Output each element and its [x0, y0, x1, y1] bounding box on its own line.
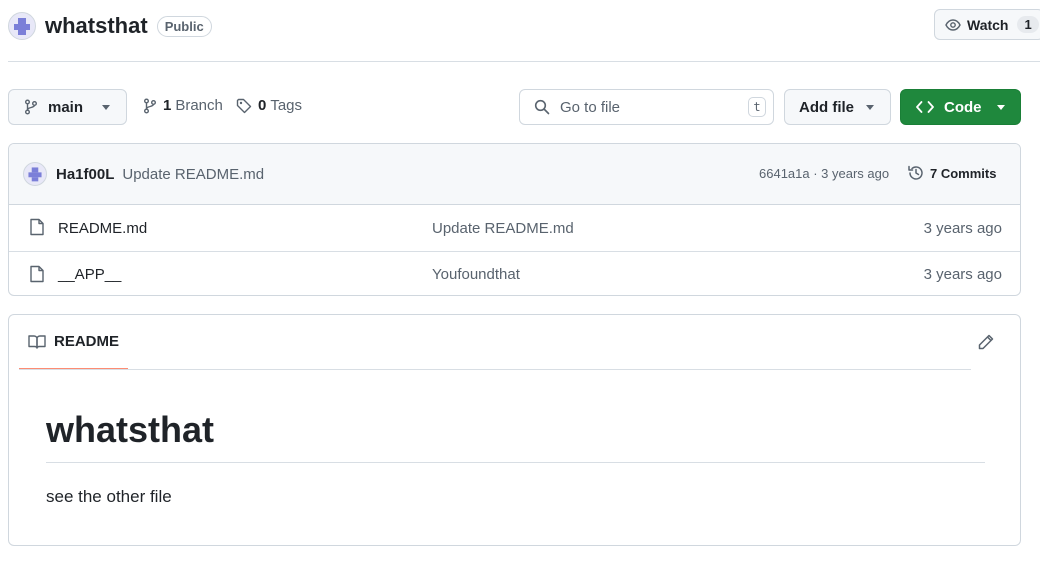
tags-count: 0 — [258, 97, 267, 114]
file-browser: Ha1f00L Update README.md 6641a1a · 3 yea… — [8, 143, 1021, 296]
branches-count: 1 — [163, 97, 172, 114]
tag-icon — [236, 98, 252, 113]
file-name[interactable]: __APP__ — [58, 266, 121, 283]
tags-link[interactable]: 0 Tags — [236, 97, 302, 114]
author-avatar[interactable] — [23, 162, 47, 186]
add-file-button[interactable]: Add file — [784, 89, 891, 125]
commits-label: 7 Commits — [930, 165, 997, 181]
repo-header: whatsthat Public — [8, 10, 212, 42]
code-icon — [916, 101, 934, 113]
branches-link[interactable]: 1 Branch — [143, 97, 223, 114]
file-commit-date: 3 years ago — [923, 266, 1002, 283]
readme-heading: whatsthat — [46, 409, 215, 450]
search-placeholder: Go to file — [560, 98, 621, 116]
chevron-down-icon — [866, 104, 874, 110]
visibility-badge: Public — [156, 15, 212, 37]
commits-history-link[interactable]: 7 Commits — [907, 164, 996, 182]
pencil-icon[interactable] — [977, 333, 995, 351]
book-icon — [28, 334, 46, 349]
readme-panel: README whatsthat see the other file — [8, 314, 1021, 546]
latest-commit-bar: Ha1f00L Update README.md 6641a1a · 3 yea… — [9, 144, 1020, 205]
chevron-down-icon — [102, 104, 110, 110]
tags-label: Tags — [270, 97, 303, 114]
file-row[interactable]: README.md Update README.md 3 years ago — [9, 205, 1020, 251]
file-icon — [30, 218, 44, 236]
watch-count: 1 — [1017, 16, 1039, 33]
tab-readme[interactable]: README — [19, 315, 128, 370]
repo-name[interactable]: whatsthat — [45, 13, 148, 39]
branch-icon — [25, 99, 37, 115]
branches-label: Branch — [175, 97, 223, 114]
chevron-down-icon — [997, 104, 1005, 110]
watch-label: Watch — [967, 16, 1009, 33]
file-row[interactable]: __APP__ Youfoundthat 3 years ago — [9, 251, 1020, 295]
commit-hash-and-date[interactable]: 6641a1a · 3 years ago — [759, 166, 889, 181]
code-button[interactable]: Code — [900, 89, 1021, 125]
readme-paragraph: see the other file — [46, 487, 172, 506]
readme-tab-label: README — [54, 333, 120, 350]
history-icon — [908, 165, 923, 180]
commit-message[interactable]: Update README.md — [122, 166, 264, 183]
owner-avatar[interactable] — [8, 12, 36, 40]
eye-icon — [945, 18, 961, 31]
header-divider — [8, 61, 1040, 62]
file-commit-date: 3 years ago — [923, 219, 1002, 237]
add-file-label: Add file — [799, 98, 854, 116]
heading-rule — [46, 462, 985, 463]
file-commit-message[interactable]: Update README.md — [432, 220, 574, 237]
watch-button[interactable]: Watch 1 — [934, 9, 1040, 40]
readme-divider — [19, 369, 971, 370]
go-to-file-input[interactable]: Go to file t — [519, 89, 774, 125]
branch-icon — [144, 98, 156, 113]
file-commit-message[interactable]: Youfoundthat — [432, 266, 520, 283]
file-name[interactable]: README.md — [58, 220, 147, 237]
file-icon — [30, 265, 44, 283]
identicon-icon — [14, 18, 30, 35]
branch-label: main — [48, 98, 84, 116]
keyboard-shortcut-hint: t — [748, 97, 766, 117]
branch-select-button[interactable]: main — [8, 89, 127, 125]
search-icon — [534, 99, 550, 115]
commit-author[interactable]: Ha1f00L — [56, 166, 114, 183]
code-label: Code — [944, 98, 982, 116]
identicon-icon — [28, 167, 42, 182]
